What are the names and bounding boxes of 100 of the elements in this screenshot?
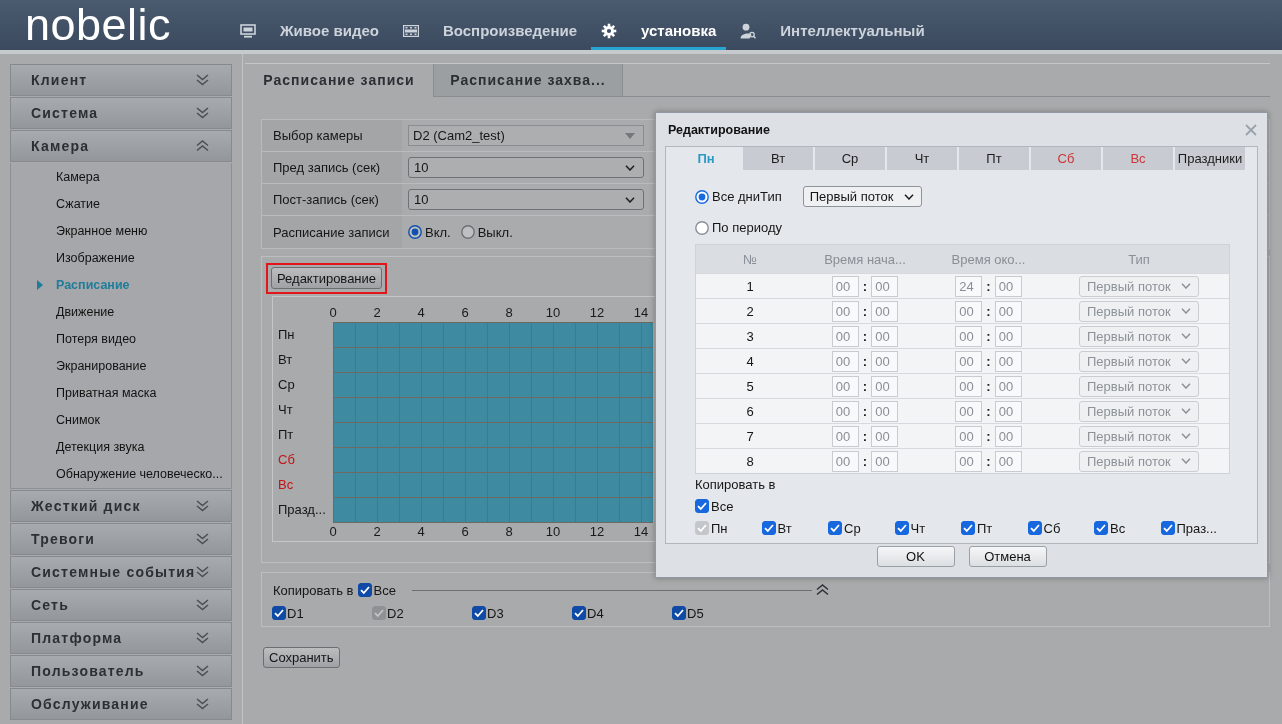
sidebar-section[interactable]: Камера xyxy=(10,130,232,162)
tab[interactable]: Расписание захва... xyxy=(433,64,623,97)
nav-tab[interactable]: Живое видео xyxy=(230,0,389,50)
checkbox[interactable] xyxy=(828,521,842,535)
day-label: Пн xyxy=(277,326,296,344)
day-tab[interactable]: Вт xyxy=(743,147,813,170)
field-label: Выбор камеры xyxy=(273,128,363,143)
dropdown-field[interactable]: 10 xyxy=(408,189,644,210)
checkbox-label: Пн xyxy=(711,520,728,536)
sidebar-item[interactable]: Движение xyxy=(11,298,231,325)
checkbox[interactable] xyxy=(695,499,709,513)
row-number: 6 xyxy=(746,403,754,419)
time-separator: : xyxy=(862,278,868,294)
radio-button[interactable] xyxy=(460,225,475,239)
copy-label: Копировать в xyxy=(695,476,776,492)
double-chevron-up-icon[interactable] xyxy=(815,584,829,596)
sidebar-section[interactable]: Клиент xyxy=(10,64,232,96)
save-button[interactable]: Сохранить xyxy=(263,647,340,668)
checkbox[interactable] xyxy=(672,606,686,620)
ok-button[interactable]: OK xyxy=(876,546,955,567)
axis-label: 12 xyxy=(589,304,605,322)
sidebar-item[interactable]: Экранное меню xyxy=(11,217,231,244)
sidebar-section[interactable]: Система xyxy=(10,97,232,129)
sidebar-item[interactable]: Экранирование xyxy=(11,352,231,379)
sidebar-item[interactable]: Детекция звука xyxy=(11,433,231,460)
sidebar-item[interactable]: Изображение xyxy=(11,244,231,271)
radio-label: Все дни xyxy=(712,189,761,204)
dropdown-field[interactable]: 10 xyxy=(408,157,644,178)
day-label: Чт xyxy=(277,401,294,419)
checkbox[interactable] xyxy=(761,521,776,535)
time-separator: : xyxy=(986,453,991,469)
logo-text: nobelic xyxy=(24,0,173,50)
time-separator: : xyxy=(862,328,868,344)
time-separator: : xyxy=(862,303,868,319)
sidebar-item[interactable]: Камера xyxy=(11,163,231,190)
checkbox[interactable] xyxy=(272,606,286,620)
checkbox-label: Праз... xyxy=(1176,520,1217,536)
checkbox[interactable] xyxy=(1027,521,1042,535)
checkbox[interactable] xyxy=(472,606,486,620)
day-tab[interactable]: Чт xyxy=(887,147,957,170)
time-separator: : xyxy=(986,303,991,319)
field-label: Расписание записи xyxy=(273,224,390,240)
checkbox[interactable] xyxy=(572,606,586,620)
row-number: 2 xyxy=(746,303,754,319)
checkbox[interactable] xyxy=(357,583,372,597)
checkbox-label: D3 xyxy=(487,605,504,621)
day-tab[interactable]: Пн xyxy=(671,147,741,170)
nav-tab[interactable]: Воспроизведение xyxy=(392,0,587,50)
nav-tab[interactable]: Интеллектуальный xyxy=(730,0,935,50)
sidebar-section[interactable]: Платформа xyxy=(10,622,232,654)
sidebar-item[interactable]: Расписание xyxy=(11,271,231,298)
day-tab[interactable]: Вс xyxy=(1103,147,1173,170)
sidebar-item[interactable]: Приватная маска xyxy=(11,379,231,406)
day-tab[interactable]: Сб xyxy=(1031,147,1101,170)
dropdown-field[interactable]: Первый поток xyxy=(802,186,922,207)
chevron-down-icon xyxy=(1181,433,1191,439)
chevron-down-icon xyxy=(1181,408,1191,414)
row-number: 3 xyxy=(746,328,754,344)
day-label: Сб xyxy=(277,451,296,469)
sidebar-section[interactable]: Тревоги xyxy=(10,523,232,555)
sidebar-item[interactable]: Обнаружение человеческо... xyxy=(11,460,231,487)
edit-button[interactable]: Редактирование xyxy=(271,267,383,289)
sidebar-section[interactable]: Сеть xyxy=(10,589,232,621)
sidebar-section[interactable]: Пользователь xyxy=(10,655,232,687)
day-tab[interactable]: Ср xyxy=(815,147,885,170)
sidebar-item[interactable]: Сжатие xyxy=(11,190,231,217)
copy-label: Копировать в xyxy=(273,582,354,598)
checkbox-label: Сб xyxy=(1043,520,1061,536)
time-separator: : xyxy=(862,378,868,394)
radio-button[interactable] xyxy=(695,220,709,235)
radio-button[interactable] xyxy=(408,225,422,239)
checkbox-label: Вт xyxy=(777,520,792,536)
checkbox-label: Пт xyxy=(977,520,993,536)
checkbox[interactable] xyxy=(1160,521,1175,535)
checkbox[interactable] xyxy=(1094,521,1108,535)
row-number: 4 xyxy=(746,353,754,369)
axis-label: 8 xyxy=(505,523,513,541)
sidebar-item[interactable]: Потеря видео xyxy=(11,325,231,352)
cancel-button[interactable]: Отмена xyxy=(968,546,1047,567)
caret-icon xyxy=(37,279,43,290)
day-label: Пт xyxy=(277,426,295,444)
checkbox[interactable] xyxy=(961,521,975,535)
chevron-down-icon xyxy=(1181,358,1191,364)
radio-button[interactable] xyxy=(695,189,709,204)
day-tab[interactable]: Пт xyxy=(959,147,1029,170)
day-tab[interactable]: Праздники xyxy=(1175,147,1245,170)
tab[interactable]: Расписание записи xyxy=(245,64,433,97)
field-label: Пост-запись (сек) xyxy=(273,192,379,207)
time-separator: : xyxy=(862,403,868,419)
sidebar-section[interactable]: Жесткий диск xyxy=(10,490,232,522)
checkbox[interactable] xyxy=(894,521,909,535)
sidebar-section[interactable]: Системные события xyxy=(10,556,232,588)
chevron-down-icon xyxy=(1181,283,1191,289)
day-label: Празд... xyxy=(277,501,327,519)
sidebar-item[interactable]: Снимок xyxy=(11,406,231,433)
sidebar-section[interactable]: Обслуживание xyxy=(10,688,232,720)
dropdown-field[interactable]: D2 (Cam2_test) xyxy=(408,125,644,146)
radio-label: Выкл. xyxy=(477,224,513,240)
axis-label: 6 xyxy=(461,304,469,322)
column-header: Тип xyxy=(1127,250,1151,269)
